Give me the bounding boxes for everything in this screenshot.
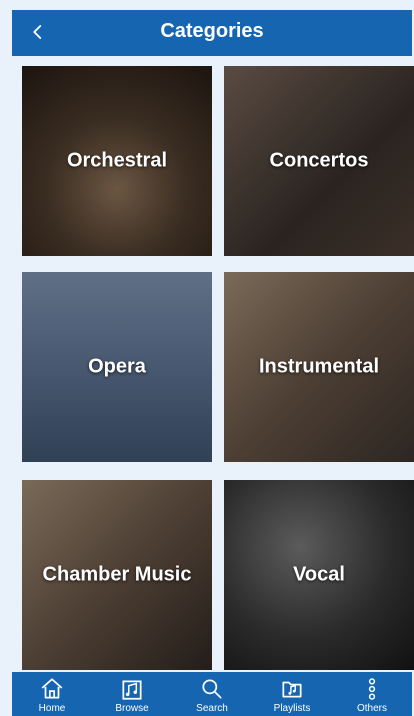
category-tile-instrumental[interactable]: Instrumental	[224, 272, 414, 462]
header-bar: Categories	[12, 10, 412, 56]
category-tile-opera[interactable]: Opera	[22, 272, 212, 462]
browse-icon	[122, 680, 142, 700]
tab-others[interactable]: Others	[332, 672, 412, 716]
tab-playlists[interactable]: Playlists	[252, 672, 332, 716]
search-icon	[202, 679, 222, 699]
bottom-tab-bar: Home Browse Search Playlists Others	[12, 672, 412, 716]
tab-search[interactable]: Search	[172, 672, 252, 716]
tab-label: Others	[356, 703, 387, 714]
category-label: Concertos	[269, 149, 369, 172]
playlists-icon	[282, 681, 302, 698]
app-frame: Categories Orchestral Concertos Opera In…	[0, 0, 414, 716]
category-tile-concertos[interactable]: Concertos	[224, 66, 414, 256]
category-tile-orchestral[interactable]: Orchestral	[22, 66, 212, 256]
category-label: Orchestral	[66, 149, 168, 172]
category-tile-chamber-music[interactable]: Chamber Music	[22, 480, 212, 670]
category-label: Opera	[88, 355, 146, 378]
category-grid: Orchestral Concertos Opera Instrumental …	[12, 66, 414, 672]
category-label: Chamber Music	[42, 563, 192, 586]
more-icon	[368, 678, 376, 700]
category-label: Vocal	[293, 563, 345, 586]
home-icon	[41, 678, 63, 699]
tab-home[interactable]: Home	[12, 672, 92, 716]
page-title: Categories	[160, 20, 264, 42]
tab-label: Home	[38, 703, 66, 714]
tab-label: Search	[196, 703, 228, 714]
tab-label: Browse	[115, 703, 149, 714]
tab-label: Playlists	[273, 703, 311, 714]
category-label: Instrumental	[258, 355, 380, 378]
tab-browse[interactable]: Browse	[92, 672, 172, 716]
category-tile-vocal[interactable]: Vocal	[224, 480, 414, 670]
